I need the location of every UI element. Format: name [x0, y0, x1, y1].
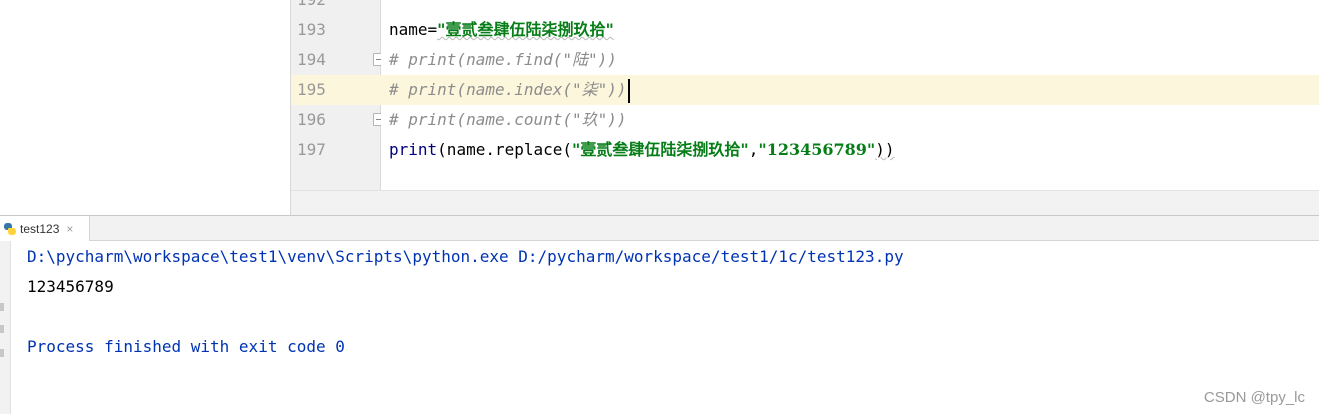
scroll-marker — [0, 349, 4, 357]
code-comment: # print(name.index("柒")) — [389, 80, 627, 99]
code-line[interactable]: print(name.replace("壹贰叁肆伍陆柒捌玖拾","1234567… — [381, 135, 1319, 165]
text-caret — [627, 78, 630, 103]
code-line[interactable]: name="壹贰叁肆伍陆柒捌玖拾" — [381, 15, 1319, 45]
string-literal: "123456789" — [758, 140, 876, 159]
code-line-comment[interactable]: # print(name.find("陆")) — [381, 45, 1319, 75]
run-toolbar-strip — [0, 241, 11, 414]
editor-horizontal-scrollbar[interactable] — [291, 190, 1319, 215]
line-number: 192 — [291, 0, 381, 15]
run-tab-test123[interactable]: test123 × — [0, 216, 90, 241]
builtin-print: print — [389, 140, 438, 159]
code-text: )) — [875, 140, 895, 159]
string-literal: "壹贰叁肆伍陆柒捌玖拾" — [437, 20, 614, 39]
python-icon — [4, 222, 16, 235]
line-number-gutter: 192 193 194 195 196 197 — [291, 0, 386, 190]
line-number: 193 — [297, 20, 326, 39]
run-tab-bar: test123 × — [0, 215, 1319, 241]
string-literal: "壹贰叁肆伍陆柒捌玖拾" — [572, 140, 749, 159]
line-number: 196 — [297, 110, 326, 129]
line-number: 194 — [297, 50, 326, 69]
line-number: 197 — [297, 140, 326, 159]
console-output[interactable]: D:\pycharm\workspace\test1\venv\Scripts\… — [11, 241, 1319, 414]
code-editor[interactable]: 192 193 194 195 196 197 name="壹贰叁肆伍陆柒捌玖拾… — [291, 0, 1319, 215]
console-exit-message: Process finished with exit code 0 — [27, 337, 345, 356]
run-tool-window: test123 × D:\pycharm\workspace\test1\ven… — [0, 215, 1319, 414]
watermark: CSDN @tpy_lc — [1203, 389, 1305, 406]
code-line-comment[interactable]: # print(name.count("玖")) — [381, 105, 1319, 135]
code-text: , — [748, 140, 759, 159]
project-pane — [0, 0, 291, 215]
console-stdout-line: 123456789 — [27, 277, 114, 296]
code-line-current[interactable]: # print(name.index("柒")) — [381, 75, 1319, 105]
run-tab-label: test123 — [20, 221, 60, 236]
close-icon[interactable]: × — [66, 222, 73, 236]
code-area[interactable]: name="壹贰叁肆伍陆柒捌玖拾" # print(name.find("陆")… — [381, 0, 1319, 190]
scroll-marker — [0, 325, 4, 333]
scroll-marker — [0, 303, 4, 311]
code-text: (name.replace( — [437, 140, 573, 159]
console-command-line: D:\pycharm\workspace\test1\venv\Scripts\… — [27, 247, 904, 266]
code-text: name= — [389, 20, 438, 39]
line-number: 195 — [291, 75, 381, 105]
